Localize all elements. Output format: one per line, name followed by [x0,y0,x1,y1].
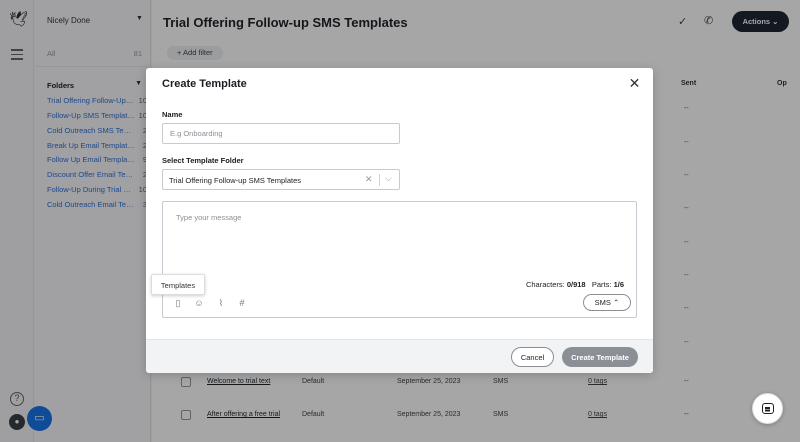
templates-tooltip: Templates [151,274,205,295]
name-label: Name [162,110,183,119]
message-square-icon[interactable] [752,393,783,424]
cancel-button[interactable]: Cancel [511,347,554,367]
create-template-button[interactable]: Create Template [562,347,638,367]
message-input[interactable] [163,202,636,272]
chevron-up-icon: ⌃ [613,298,620,307]
template-folder-select[interactable]: Trial Offering Follow-up SMS Templates ✕… [162,169,400,190]
channel-select-button[interactable]: SMS ⌃ [583,294,631,311]
folder-label: Select Template Folder [162,156,244,165]
close-icon[interactable]: ✕ [627,76,642,91]
dialog-title: Create Template [162,78,247,90]
dialog-footer: Cancel Create Template [146,339,653,373]
chevron-down-icon[interactable]: ⌵ [385,173,392,184]
paperclip-icon[interactable]: ⌇ [215,297,227,309]
characters-label: Characters: [525,280,565,289]
file-icon[interactable]: ▯ [172,297,184,309]
parts-label: Parts: [591,280,612,289]
divider [379,174,380,186]
name-input[interactable] [162,123,400,144]
message-editor: Characters: 0/918 Parts: 1/6 ▯ ☺ ⌇ # SMS… [162,201,637,318]
hash-icon[interactable]: # [236,297,248,309]
emoji-icon[interactable]: ☺ [193,297,205,309]
create-template-dialog: Create Template ✕ Name Select Template F… [146,68,653,373]
characters-value: 0/918 [566,280,586,289]
folder-select-value: Trial Offering Follow-up SMS Templates [169,176,301,185]
clear-icon[interactable]: ✕ [365,174,373,185]
parts-value: 1/6 [613,280,624,289]
channel-label: SMS [594,298,611,307]
message-counter: Characters: 0/918 Parts: 1/6 [526,280,624,289]
